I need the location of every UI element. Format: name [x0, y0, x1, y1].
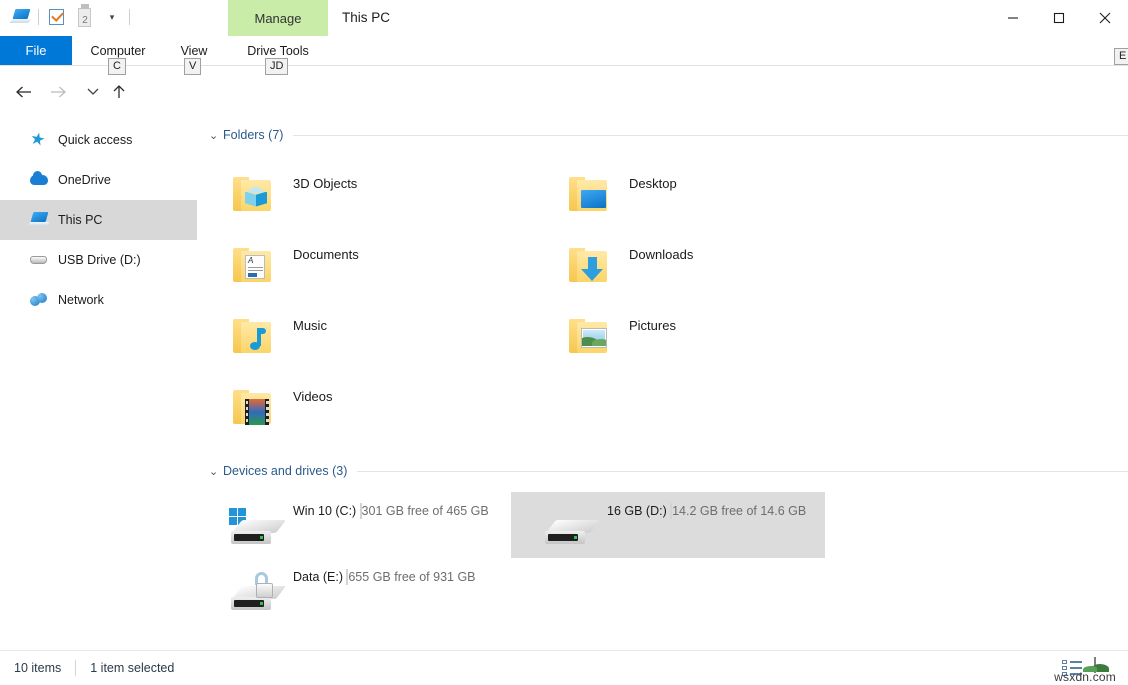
status-bar: 10 items 1 item selected wsxdn.com [0, 650, 1128, 685]
drive-free-space: 301 GB free of 465 GB [362, 504, 489, 518]
window-title: This PC [342, 0, 390, 36]
drives-grid: Win 10 (C:) 301 GB free of 465 GB 16 GB … [197, 492, 1128, 624]
hard-drive-windows-icon [227, 506, 285, 558]
up-arrow-icon[interactable] [106, 78, 132, 106]
chevron-down-icon[interactable]: ⌄ [209, 129, 223, 142]
cloud-icon [30, 171, 48, 189]
recent-locations-icon[interactable] [80, 78, 106, 106]
watermark: wsxdn.com [1054, 670, 1116, 684]
folder-3d-objects-icon [233, 174, 275, 214]
divider [129, 9, 130, 25]
folder-videos-icon [233, 387, 275, 427]
folder-item-desktop[interactable]: Desktop [533, 158, 869, 229]
drive-item-16gb-d[interactable]: 16 GB (D:) 14.2 GB free of 14.6 GB [511, 492, 825, 558]
star-icon: ★ [30, 131, 48, 149]
folder-item-pictures[interactable]: Pictures [533, 300, 869, 371]
drive-label: Win 10 (C:) [293, 504, 356, 518]
divider [75, 660, 76, 676]
folder-label: Music [293, 318, 327, 333]
drive-free-space: 655 GB free of 931 GB [348, 570, 475, 584]
drive-capacity-bar [360, 503, 362, 519]
folder-label: Downloads [629, 247, 693, 262]
network-icon [30, 291, 48, 309]
properties-checkmark-icon[interactable] [45, 6, 67, 28]
folder-label: Documents [293, 247, 359, 262]
sidebar-item-onedrive[interactable]: OneDrive [0, 160, 197, 200]
folder-label: Desktop [629, 176, 677, 191]
minimize-button[interactable] [990, 0, 1036, 36]
quick-access-toolbar: 2 ▾ [10, 6, 130, 28]
folder-downloads-icon [569, 245, 611, 285]
chevron-down-icon[interactable]: ⌄ [209, 465, 223, 478]
sidebar-item-label: Quick access [58, 133, 132, 147]
hard-drive-bitlocker-unlocked-icon [227, 572, 285, 624]
folder-label: 3D Objects [293, 176, 357, 191]
folder-desktop-icon [569, 174, 611, 214]
folder-item-downloads[interactable]: Downloads [533, 229, 869, 300]
sidebar-item-label: Network [58, 293, 104, 307]
group-header-devices[interactable]: ⌄ Devices and drives (3) [197, 456, 1128, 486]
folder-item-empty [533, 371, 869, 442]
qat-usb-badge: 2 [79, 15, 92, 26]
folder-item-videos[interactable]: Videos [197, 371, 533, 442]
ribbon-tab-bar: File Computer View Drive Tools ? [0, 36, 1128, 66]
close-button[interactable] [1082, 0, 1128, 36]
keytip-computer: C [108, 58, 126, 75]
folder-label: Videos [293, 389, 333, 404]
status-item-count: 10 items [14, 661, 61, 675]
contextual-tab-manage[interactable]: Manage [228, 0, 328, 36]
this-pc-icon[interactable] [10, 6, 32, 28]
divider [38, 9, 39, 25]
sidebar-item-label: This PC [58, 213, 102, 227]
folder-item-music[interactable]: Music [197, 300, 533, 371]
group-title: Devices and drives (3) [223, 464, 347, 478]
usb-drive-icon[interactable]: 2 [73, 6, 95, 28]
drive-free-space: 14.2 GB free of 14.6 GB [672, 504, 806, 518]
keytip-help: E [1114, 48, 1128, 65]
sidebar-item-usb-drive[interactable]: USB Drive (D:) [0, 240, 197, 280]
divider [357, 471, 1128, 472]
back-arrow-icon[interactable] [10, 78, 38, 106]
drive-item-data-e[interactable]: Data (E:) 655 GB free of 931 GB [197, 558, 511, 624]
folder-pictures-icon [569, 316, 611, 356]
hard-drive-icon [541, 506, 599, 558]
folder-documents-icon: A [233, 245, 275, 285]
divider [293, 135, 1128, 136]
tab-file[interactable]: File [0, 36, 72, 65]
folder-item-3d-objects[interactable]: 3D Objects [197, 158, 533, 229]
folder-music-icon [233, 316, 275, 356]
folders-grid: 3D Objects Desktop A Documents [197, 158, 1128, 442]
group-header-folders[interactable]: ⌄ Folders (7) [197, 120, 1128, 150]
folder-label: Pictures [629, 318, 676, 333]
usb-drive-icon [30, 251, 48, 269]
sidebar-item-this-pc[interactable]: This PC [0, 200, 197, 240]
sidebar-item-label: OneDrive [58, 173, 111, 187]
title-bar: 2 ▾ Manage This PC [0, 0, 1128, 36]
sidebar-item-network[interactable]: Network [0, 280, 197, 320]
customize-qat-caret-icon[interactable]: ▾ [101, 6, 123, 28]
folder-item-documents[interactable]: A Documents [197, 229, 533, 300]
status-selection: 1 item selected [90, 661, 174, 675]
navigation-pane: ★ Quick access OneDrive This PC USB Driv… [0, 120, 197, 650]
drive-capacity-bar [670, 503, 672, 519]
file-list-pane: ⌄ Folders (7) 3D Objects Desktop [197, 120, 1128, 650]
keytip-drive-tools: JD [265, 58, 288, 75]
window-controls [990, 0, 1128, 36]
drive-item-win10-c[interactable]: Win 10 (C:) 301 GB free of 465 GB [197, 492, 511, 558]
group-title: Folders (7) [223, 128, 283, 142]
this-pc-icon [30, 211, 48, 229]
forward-arrow-icon[interactable] [44, 78, 72, 106]
keytip-view: V [184, 58, 201, 75]
address-bar-row: › This PC › Search This PC [0, 66, 1128, 118]
sidebar-item-quick-access[interactable]: ★ Quick access [0, 120, 197, 160]
sidebar-item-label: USB Drive (D:) [58, 253, 141, 267]
maximize-button[interactable] [1036, 0, 1082, 36]
drive-label: Data (E:) [293, 570, 343, 584]
drive-label: 16 GB (D:) [607, 504, 667, 518]
